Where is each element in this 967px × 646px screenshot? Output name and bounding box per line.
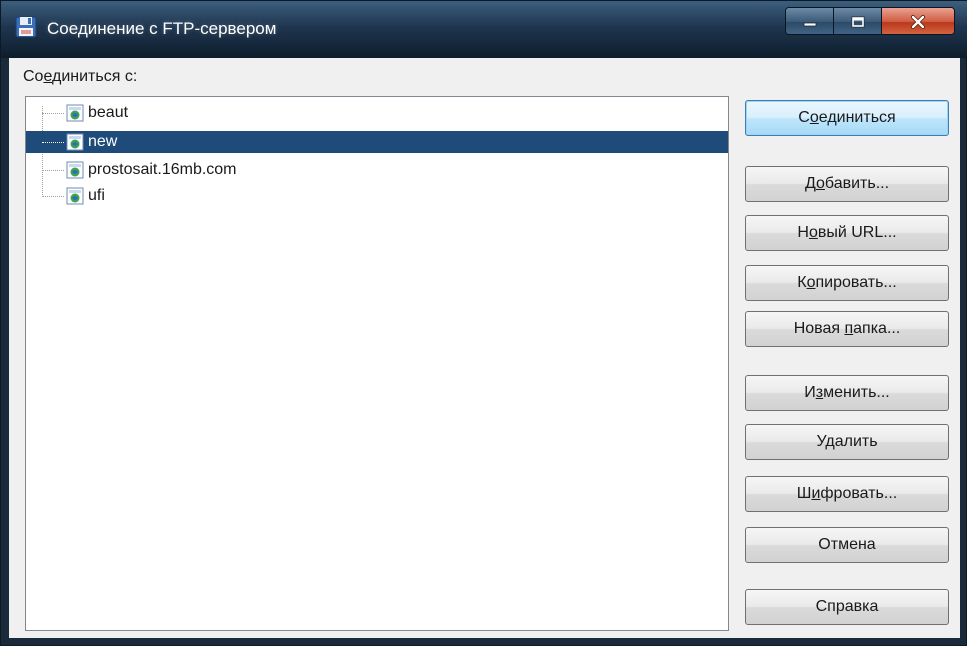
button-label: Отмена: [818, 536, 876, 553]
button-label: Добавить...: [804, 175, 890, 192]
connect-button[interactable]: Соединиться: [745, 100, 949, 136]
button-label: Новая папка...: [793, 320, 901, 337]
encrypt-button[interactable]: Шифровать...: [745, 476, 949, 512]
new-folder-button[interactable]: Новая папка...: [745, 311, 949, 347]
button-label: Удалить: [816, 433, 878, 450]
close-button[interactable]: [882, 8, 954, 34]
ftp-connect-dialog: Соединение с FTP-сервером Соединиться с:…: [0, 0, 967, 646]
floppy-disk-icon: [15, 16, 37, 38]
delete-button[interactable]: Удалить: [745, 424, 949, 460]
window-title: Соединение с FTP-сервером: [47, 19, 277, 38]
server-icon: [66, 161, 84, 179]
minimize-icon: [803, 22, 816, 27]
server-icon: [66, 104, 84, 122]
title-bar[interactable]: Соединение с FTP-сервером: [1, 1, 967, 58]
button-label: Копировать...: [797, 274, 897, 291]
connect-to-label: Соединиться с:: [23, 68, 138, 85]
edit-button[interactable]: Изменить...: [745, 375, 949, 411]
button-label: Шифровать...: [796, 485, 898, 502]
copy-button[interactable]: Копировать...: [745, 265, 949, 301]
button-label: Справка: [815, 598, 879, 615]
help-button[interactable]: Справка: [745, 589, 949, 625]
window-controls: [785, 7, 955, 35]
tree-item-label: prostosait.16mb.com: [88, 161, 237, 178]
tree-item-label: new: [88, 133, 118, 150]
tree-item-label: beaut: [88, 104, 129, 121]
new-url-button[interactable]: Новый URL...: [745, 215, 949, 251]
site-tree[interactable]: beaut new prostosait.16mb.com ufi: [25, 96, 729, 631]
close-icon: [911, 15, 925, 29]
tree-item-beaut[interactable]: beaut: [26, 102, 728, 124]
tree-item-new[interactable]: new: [26, 131, 728, 153]
tree-item-ufi[interactable]: ufi: [26, 185, 728, 207]
tree-item-prostosait[interactable]: prostosait.16mb.com: [26, 159, 728, 181]
button-label: Новый URL...: [797, 224, 897, 241]
cancel-button[interactable]: Отмена: [745, 527, 949, 563]
button-label: Соединиться: [798, 109, 896, 126]
server-icon: [66, 133, 84, 151]
maximize-icon: [851, 16, 864, 28]
server-icon: [66, 187, 84, 205]
button-label: Изменить...: [804, 384, 890, 401]
tree-item-label: ufi: [88, 187, 105, 204]
maximize-button[interactable]: [834, 8, 882, 34]
add-button[interactable]: Добавить...: [745, 166, 949, 202]
minimize-button[interactable]: [786, 8, 834, 34]
